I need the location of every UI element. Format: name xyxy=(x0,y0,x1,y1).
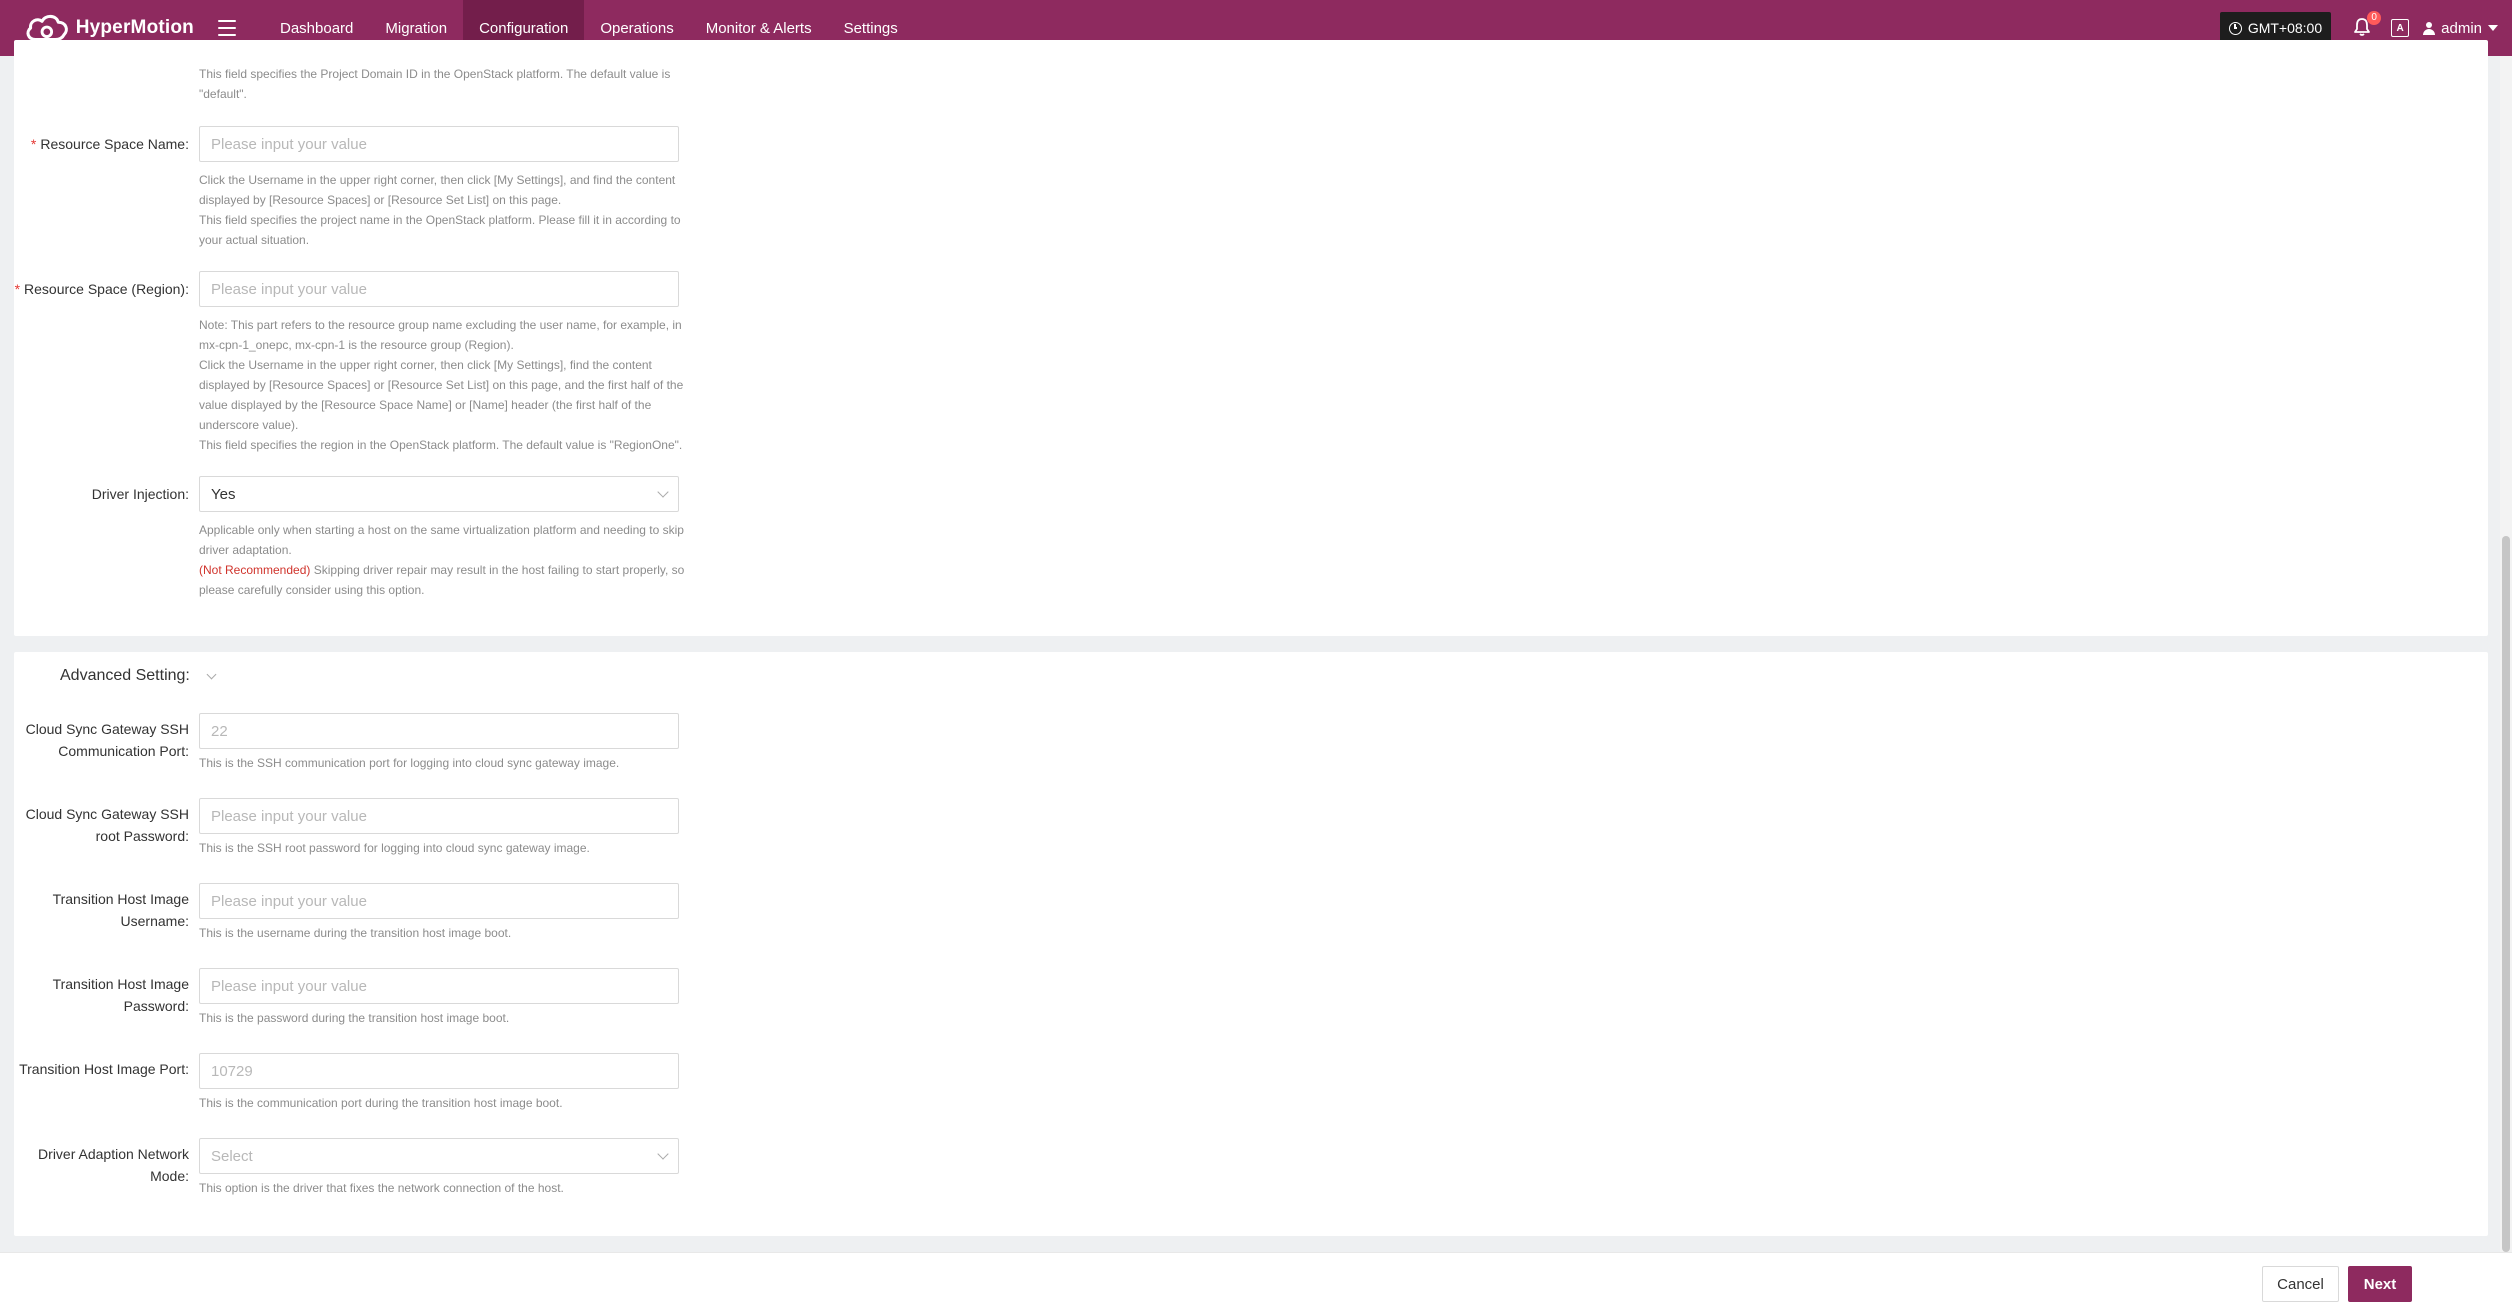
transition-port-input[interactable] xyxy=(199,1053,679,1089)
advanced-setting-title: Advanced Setting: xyxy=(60,667,190,684)
cancel-button[interactable]: Cancel xyxy=(2262,1266,2339,1302)
scrollbar-thumb[interactable] xyxy=(2502,536,2510,1252)
network-mode-value: Select xyxy=(211,1147,253,1165)
resource-space-name-help: Click the Username in the upper right co… xyxy=(199,173,681,247)
menu-toggle-icon[interactable] xyxy=(218,20,236,36)
language-icon[interactable]: A xyxy=(2391,19,2410,37)
advanced-settings-card: Advanced Setting: Cloud Sync Gateway SSH… xyxy=(14,652,2488,1236)
ssh-password-label: Cloud Sync Gateway SSH root Password: xyxy=(25,806,189,844)
caret-down-icon xyxy=(2488,25,2498,31)
transition-password-help: This is the password during the transiti… xyxy=(199,1011,510,1025)
chevron-down-icon xyxy=(657,486,669,498)
chevron-down-icon xyxy=(657,1148,669,1160)
notification-badge: 0 xyxy=(2367,11,2382,25)
transition-password-input[interactable] xyxy=(199,968,679,1004)
platform-settings-card: This field specifies the Project Domain … xyxy=(14,40,2488,636)
next-button[interactable]: Next xyxy=(2348,1266,2412,1302)
network-mode-label: Driver Adaption Network Mode: xyxy=(38,1146,189,1184)
transition-username-help: This is the username during the transiti… xyxy=(199,926,512,940)
advanced-setting-toggle[interactable]: Advanced Setting: xyxy=(60,667,217,685)
transition-password-label: Transition Host Image Password: xyxy=(52,976,189,1014)
transition-username-input[interactable] xyxy=(199,883,679,919)
app-name: HyperMotion xyxy=(75,17,194,38)
network-mode-select[interactable]: Select xyxy=(199,1138,679,1174)
driver-injection-help: Applicable only when starting a host on … xyxy=(199,523,685,597)
not-recommended-warning: (Not Recommended) xyxy=(199,563,311,577)
resource-space-region-help: Note: This part refers to the resource g… xyxy=(199,318,684,452)
ssh-password-input[interactable] xyxy=(199,798,679,834)
username: admin xyxy=(2441,19,2482,37)
driver-injection-select[interactable]: Yes xyxy=(199,476,679,512)
transition-username-label: Transition Host Image Username: xyxy=(52,891,189,929)
transition-port-help: This is the communication port during th… xyxy=(199,1096,563,1110)
resource-space-name-label: * Resource Space Name: xyxy=(30,136,189,152)
driver-injection-label: Driver Injection: xyxy=(91,486,189,502)
driver-injection-value: Yes xyxy=(211,485,236,503)
project-domain-help: This field specifies the Project Domain … xyxy=(199,67,671,101)
resource-space-name-input[interactable] xyxy=(199,126,679,162)
user-icon xyxy=(2423,21,2436,35)
resource-space-region-label: * Resource Space (Region): xyxy=(14,281,189,297)
ssh-port-input[interactable] xyxy=(199,713,679,749)
footer-bar: Cancel Next xyxy=(0,1252,2512,1314)
user-menu[interactable]: admin xyxy=(2423,20,2498,37)
ssh-password-help: This is the SSH root password for loggin… xyxy=(199,841,590,855)
transition-port-label: Transition Host Image Port: xyxy=(19,1061,189,1077)
notifications-button[interactable]: 0 xyxy=(2353,11,2382,39)
clock-icon xyxy=(2228,21,2242,35)
timezone-label: GMT+08:00 xyxy=(2247,20,2323,36)
ssh-port-label: Cloud Sync Gateway SSH Communication Por… xyxy=(25,721,189,759)
chevron-down-icon xyxy=(206,669,217,679)
network-mode-help: This option is the driver that fixes the… xyxy=(199,1181,564,1195)
resource-space-region-input[interactable] xyxy=(199,271,679,307)
ssh-port-help: This is the SSH communication port for l… xyxy=(199,756,620,770)
